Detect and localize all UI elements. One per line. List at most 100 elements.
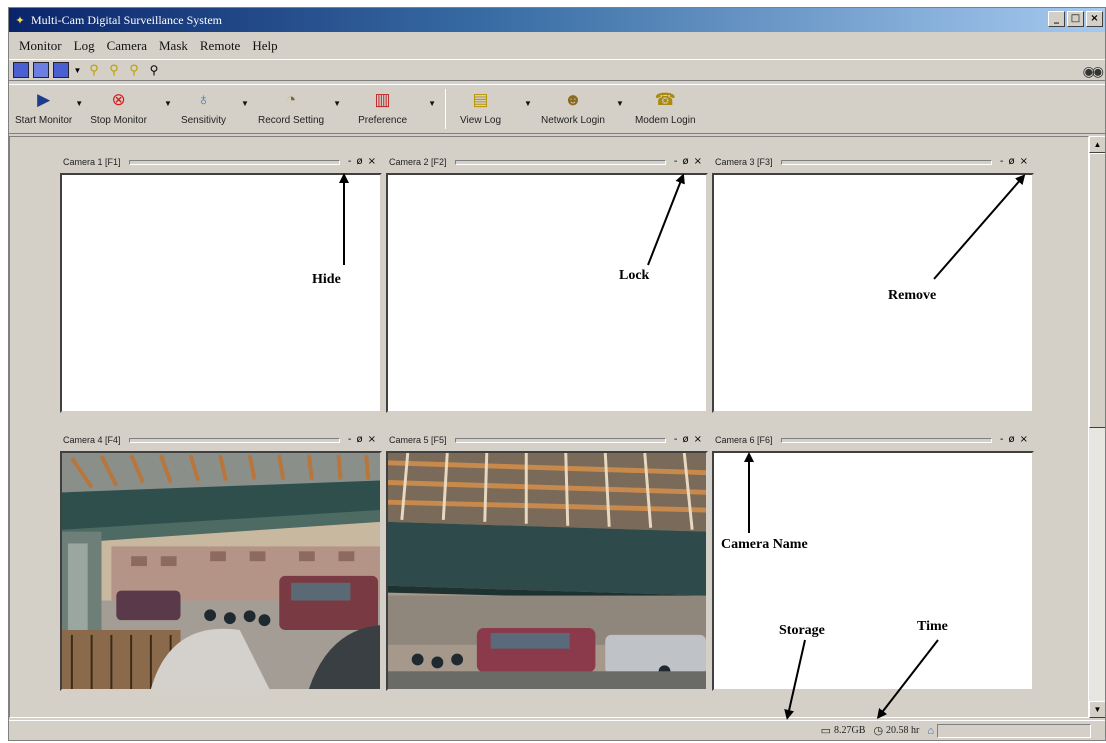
start-monitor-button[interactable]: ▶ Start Monitor [15, 85, 72, 133]
app-icon: ✦ [15, 14, 25, 27]
menu-mask[interactable]: Mask [153, 38, 194, 54]
lock-button[interactable]: ø [682, 157, 688, 167]
network-login-button[interactable]: ☻ Network Login [541, 85, 605, 133]
main-toolbar: ▶ Start Monitor ▼ ⊗ Stop Monitor ▼ ♁ Sen… [9, 84, 1105, 134]
remove-button[interactable]: × [1020, 435, 1028, 445]
remove-annotation: Remove [888, 288, 937, 303]
scroll-up-icon[interactable]: ▲ [1089, 136, 1105, 153]
lock-button[interactable]: ø [1008, 435, 1014, 445]
chevron-down-icon[interactable]: ▼ [161, 85, 175, 133]
grid-layout-icon[interactable] [13, 62, 29, 78]
stop-monitor-icon: ⊗ [111, 90, 126, 109]
menu-monitor[interactable]: Monitor [13, 38, 68, 54]
menu-remote[interactable]: Remote [194, 38, 246, 54]
camera-view[interactable] [60, 173, 382, 413]
camera-panel: Camera 3 [F3] - ø × [712, 153, 1034, 415]
remove-button[interactable]: × [368, 157, 376, 167]
camera-view[interactable] [60, 451, 382, 691]
time-value: 20.58 hr [886, 725, 920, 736]
preference-button[interactable]: ▥ Preference [358, 85, 407, 133]
chevron-down-icon[interactable]: ▼ [613, 85, 627, 133]
camera-view[interactable] [386, 173, 708, 413]
maximize-button[interactable]: □ [1067, 11, 1084, 27]
camera-view[interactable] [712, 451, 1034, 691]
remove-button[interactable]: × [1020, 157, 1028, 167]
time-indicator: ◷ 20.58 hr [873, 724, 919, 737]
zoom-in-icon[interactable]: ⚲ [86, 62, 102, 78]
storage-annotation: Storage [779, 623, 825, 638]
camera-view[interactable] [712, 173, 1034, 413]
camera-name: Camera 6 [F6] [715, 435, 773, 445]
record-setting-button[interactable]: ◔ Record Setting [258, 85, 324, 133]
vertical-scrollbar[interactable]: ▲ ▼ [1089, 136, 1105, 718]
layout-menu-icon[interactable] [53, 62, 69, 78]
toolbar-label: Stop Monitor [90, 115, 147, 126]
scroll-down-icon[interactable]: ▼ [1089, 701, 1105, 718]
scroll-thumb[interactable] [1089, 153, 1105, 428]
hide-button[interactable]: - [348, 157, 352, 167]
menu-help[interactable]: Help [246, 38, 283, 54]
chevron-down-icon[interactable]: ▼ [521, 85, 535, 133]
toolbar-label: Sensitivity [180, 115, 226, 126]
close-button[interactable]: × [1086, 11, 1103, 27]
chevron-down-icon[interactable]: ▼ [72, 85, 86, 133]
hide-annotation: Hide [312, 272, 341, 287]
menu-camera[interactable]: Camera [101, 38, 153, 54]
chevron-down-icon[interactable]: ▼ [330, 85, 344, 133]
remove-button[interactable]: × [368, 435, 376, 445]
modem-login-button[interactable]: ☎ Modem Login [635, 85, 696, 133]
camera-header: Camera 4 [F4] - ø × [60, 431, 382, 449]
view-log-icon: ▤ [472, 90, 489, 109]
storage-indicator: ▭ 8.27GB [821, 724, 866, 737]
title-bar[interactable]: ✦ Multi-Cam Digital Surveillance System … [9, 8, 1105, 32]
camera-view[interactable] [386, 451, 708, 691]
chevron-down-icon[interactable]: ▼ [73, 62, 82, 78]
view-log-button[interactable]: ▤ View Log [460, 85, 501, 133]
zoom-out-icon[interactable]: ⚲ [106, 62, 122, 78]
help-pin-icon[interactable]: ⚲ [146, 62, 162, 78]
camera-header: Camera 3 [F3] - ø × [712, 153, 1034, 171]
hide-button[interactable]: - [1000, 435, 1004, 445]
camera-name: Camera 4 [F4] [63, 435, 121, 445]
network-login-icon: ☻ [564, 90, 582, 109]
minimize-button[interactable]: _ [1048, 11, 1065, 27]
camera-header-line [780, 437, 992, 443]
stop-monitor-button[interactable]: ⊗ Stop Monitor [90, 85, 147, 133]
camera-panel: Camera 2 [F2] - ø × [386, 153, 708, 415]
window-controls: _ □ × [1048, 11, 1103, 27]
remove-button[interactable]: × [694, 435, 702, 445]
network-icon: ⌂ [927, 724, 934, 737]
toolbar-label: Network Login [541, 115, 605, 126]
camera-header: Camera 2 [F2] - ø × [386, 153, 708, 171]
toolbar-label: Modem Login [634, 115, 696, 126]
toolbar-label: Preference [358, 115, 408, 126]
single-layout-icon[interactable] [33, 62, 49, 78]
hide-button[interactable]: - [674, 157, 678, 167]
preference-icon: ▥ [374, 90, 391, 109]
chevron-down-icon[interactable]: ▼ [425, 85, 439, 133]
remove-button[interactable]: × [694, 157, 702, 167]
menu-log[interactable]: Log [68, 38, 101, 54]
hide-button[interactable]: - [348, 435, 352, 445]
camera-name: Camera 2 [F2] [389, 157, 447, 167]
lock-button[interactable]: ø [682, 435, 688, 445]
status-bar: ▭ 8.27GB ◷ 20.58 hr ⌂ [9, 720, 1105, 740]
camera-header-line [128, 437, 340, 443]
zoom-fit-icon[interactable]: ⚲ [126, 62, 142, 78]
hide-button[interactable]: - [674, 435, 678, 445]
lock-button[interactable]: ø [356, 157, 362, 167]
camera-header-line [780, 159, 992, 165]
sensitivity-button[interactable]: ♁ Sensitivity [181, 85, 226, 133]
record-setting-icon: ◔ [285, 90, 297, 109]
storage-value: 8.27GB [834, 725, 866, 736]
menu-bar: Monitor Log Camera Mask Remote Help [9, 36, 284, 56]
camera-name-annotation: Camera Name [721, 537, 808, 552]
chevron-down-icon[interactable]: ▼ [238, 85, 252, 133]
garage-video-frame [388, 453, 706, 689]
toolbar-label: Start Monitor [15, 115, 73, 126]
hide-button[interactable]: - [1000, 157, 1004, 167]
lock-button[interactable]: ø [1008, 157, 1014, 167]
camera-name: Camera 5 [F5] [389, 435, 447, 445]
camera-header-line [454, 437, 666, 443]
lock-button[interactable]: ø [356, 435, 362, 445]
